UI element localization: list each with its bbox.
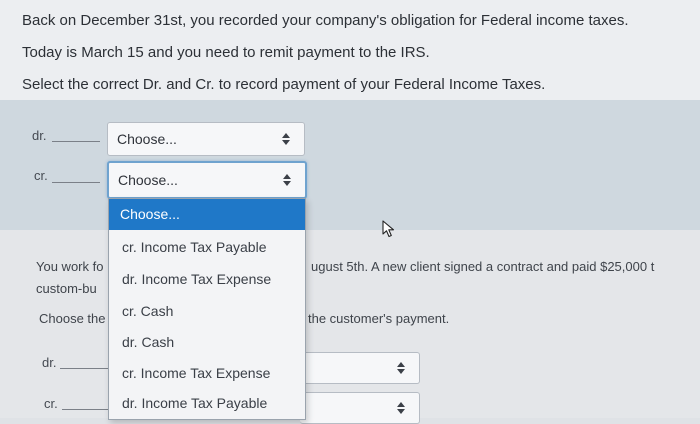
question-2-credit-label: cr. [44, 396, 58, 411]
question-2-credit-blank-line [62, 409, 110, 410]
question-2-line-3-right: the customer's payment. [308, 311, 450, 326]
question-2-debit-select[interactable] [300, 352, 420, 384]
debit-blank-line [52, 141, 100, 142]
dropdown-option-cr-income-tax-expense[interactable]: cr. Income Tax Expense [109, 358, 305, 389]
credit-blank-line [52, 182, 100, 183]
dropdown-option-dr-income-tax-payable[interactable]: dr. Income Tax Payable [109, 388, 305, 419]
question-1-line-2: Today is March 15 and you need to remit … [22, 44, 430, 61]
debit-label: dr. [32, 128, 47, 143]
question-2-line-2-left: custom-bu [36, 281, 97, 296]
account-options-dropdown: Choose... cr. Income Tax Payable dr. Inc… [108, 198, 306, 420]
up-down-arrows-icon [397, 402, 405, 414]
up-down-arrows-icon [282, 133, 290, 145]
credit-label: cr. [34, 168, 48, 183]
question-1-prompt: Back on December 31st, you recorded your… [0, 0, 700, 100]
question-1-line-1: Back on December 31st, you recorded your… [22, 12, 629, 29]
credit-select-value: Choose... [118, 172, 178, 188]
question-2-credit-select[interactable] [300, 392, 420, 424]
up-down-arrows-icon [397, 362, 405, 374]
dropdown-option-cr-income-tax-payable[interactable]: cr. Income Tax Payable [109, 232, 305, 263]
question-2-debit-label: dr. [42, 355, 57, 370]
question-2-debit-blank-line [60, 368, 108, 369]
question-1-line-3: Select the correct Dr. and Cr. to record… [22, 76, 546, 93]
up-down-arrows-icon [283, 174, 291, 186]
pointer-arrow-icon [382, 220, 395, 238]
question-2-line-1-left: You work fo [36, 259, 104, 274]
question-2-line-3-left: Choose the [39, 311, 106, 326]
dropdown-option-dr-income-tax-expense[interactable]: dr. Income Tax Expense [109, 264, 305, 295]
dropdown-option-dr-cash[interactable]: dr. Cash [109, 327, 305, 358]
dropdown-option-cr-cash[interactable]: cr. Cash [109, 296, 305, 327]
dropdown-option-choose[interactable]: Choose... [109, 199, 305, 230]
question-2-line-1-right: ugust 5th. A new client signed a contrac… [311, 259, 655, 274]
question-1-answer-panel [0, 100, 700, 230]
debit-select-value: Choose... [117, 131, 177, 147]
debit-account-select[interactable]: Choose... [107, 122, 305, 156]
credit-account-select[interactable]: Choose... [107, 161, 307, 199]
